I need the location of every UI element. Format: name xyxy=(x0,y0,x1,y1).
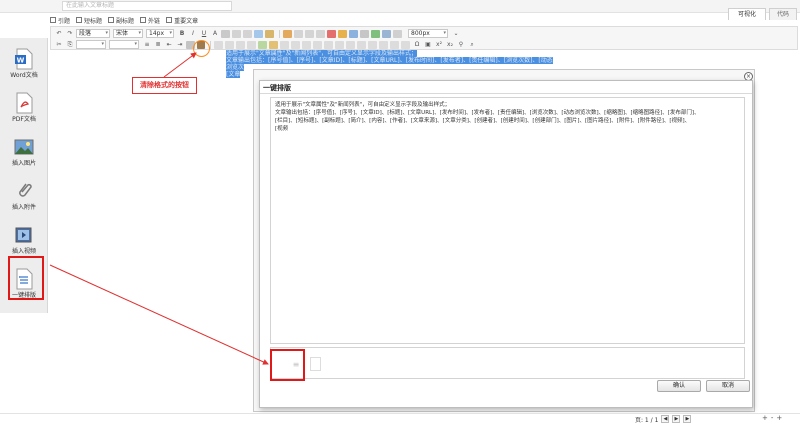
page-next-button[interactable]: ▶ xyxy=(672,415,681,423)
zoom-add-button[interactable]: + xyxy=(776,414,782,422)
page-prev-button[interactable]: ◀ xyxy=(661,415,670,423)
page-last-button[interactable]: ▶ xyxy=(683,415,692,423)
zoom-out-button[interactable]: + xyxy=(762,414,768,422)
pager: 页: 1 / 1 ◀ ▶ ▶ xyxy=(635,414,692,424)
annotation-arrows xyxy=(49,52,269,365)
zoom-controls: + - + xyxy=(762,413,782,423)
page-label: 页: 1 / 1 xyxy=(635,416,659,424)
zoom-in-button[interactable]: - xyxy=(771,414,774,422)
